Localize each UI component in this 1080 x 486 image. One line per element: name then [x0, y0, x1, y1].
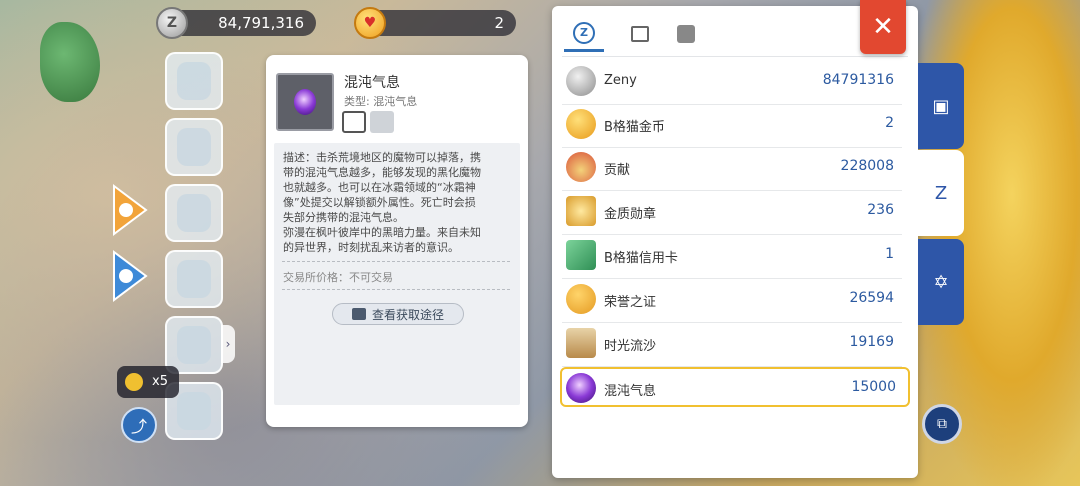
- item-detail-card: 混沌气息 类型: 混沌气息 描述：击杀荒境地区的魔物可以掉落，携 带的混沌气息越…: [266, 55, 528, 427]
- backpack-icon: ▣: [932, 95, 950, 117]
- list-item-selected[interactable]: 混沌气息 15000: [560, 367, 910, 407]
- view-source-label: 查看获取途径: [371, 307, 444, 322]
- zeny-bar: Z 84,791,316: [156, 7, 316, 39]
- zeny-value: 84,791,316: [218, 14, 304, 32]
- currency-value: 19169: [849, 334, 894, 350]
- expand-chevron-icon[interactable]: ›: [221, 325, 235, 363]
- desc-line: 弥漫在枫叶彼岸中的黑暗力量。来自未知: [283, 226, 481, 239]
- equip-slot-2[interactable]: [165, 118, 223, 176]
- currency-name: B格猫信用卡: [604, 251, 678, 266]
- item-thumbnail: [276, 73, 334, 131]
- list-item[interactable]: 荣誉之证 26594: [562, 280, 906, 323]
- inspect-icon[interactable]: [342, 111, 366, 133]
- row-divider: [562, 234, 902, 235]
- card-icon: [370, 111, 394, 133]
- list-item[interactable]: 贡献 228008: [562, 148, 906, 191]
- zeny-tab-icon: Z: [573, 21, 595, 44]
- currency-value: 15000: [851, 379, 896, 395]
- desc-line: 描述：击杀荒境地区的魔物可以掉落，携: [283, 151, 481, 164]
- list-item[interactable]: B格猫信用卡 1: [562, 236, 906, 279]
- layout-icon: ⧉: [937, 416, 947, 432]
- equip-slot-3[interactable]: [165, 184, 223, 242]
- desc-line: 也就越多。也可以在冰霜领域的“冰霜神: [283, 181, 476, 194]
- zeny-coin-icon: [566, 66, 596, 96]
- list-item[interactable]: 时光流沙 19169: [562, 324, 906, 367]
- tab-storage[interactable]: [620, 16, 660, 52]
- view-source-button[interactable]: 查看获取途径: [332, 303, 464, 325]
- desc-line: 带的混沌气息越多，能够发现的黑化魔物: [283, 166, 481, 179]
- tab-puzzle[interactable]: [666, 16, 706, 52]
- currency-name: 贡献: [604, 163, 631, 178]
- cat-coin-icon: ♥: [354, 7, 386, 39]
- close-button[interactable]: ✕: [860, 0, 906, 54]
- contribution-medal-icon: [566, 152, 596, 182]
- close-icon: ✕: [872, 12, 894, 42]
- desc-line: 的异世界，时刻扰乱来访者的意识。: [283, 241, 459, 254]
- item-type: 类型: 混沌气息: [344, 95, 418, 108]
- list-item[interactable]: Zeny 84791316: [562, 62, 906, 105]
- row-divider: [562, 190, 902, 191]
- share-button[interactable]: ⤴: [121, 407, 157, 443]
- credit-card-icon: [566, 240, 596, 270]
- character-arrow-icon[interactable]: [112, 248, 148, 304]
- coin-count-popup: x5: [117, 366, 179, 398]
- list-item[interactable]: B格猫金币 2: [562, 105, 906, 148]
- corner-action-button[interactable]: ⧉: [922, 404, 962, 444]
- gold-medal-icon: [566, 196, 596, 226]
- equip-slot-1[interactable]: [165, 52, 223, 110]
- hexagram-icon: ✡: [933, 271, 949, 293]
- currency-name: 金质勋章: [604, 207, 657, 222]
- divider: [282, 289, 510, 290]
- currency-name: 混沌气息: [604, 384, 657, 399]
- currency-value: 26594: [849, 290, 894, 306]
- coin-icon: [125, 373, 143, 391]
- currency-name: 荣誉之证: [604, 295, 657, 310]
- item-name: 混沌气息: [344, 75, 400, 91]
- item-description: 描述：击杀荒境地区的魔物可以掉落，携 带的混沌气息越多，能够发现的黑化魔物 也就…: [283, 150, 511, 255]
- row-divider: [562, 322, 902, 323]
- description-box: 描述：击杀荒境地区的魔物可以掉落，携 带的混沌气息越多，能够发现的黑化魔物 也就…: [274, 143, 520, 405]
- side-tab-backpack[interactable]: ▣: [918, 63, 964, 149]
- equip-slot-5[interactable]: [165, 316, 223, 374]
- hourglass-icon: [566, 328, 596, 358]
- coin-count: x5: [152, 374, 168, 389]
- source-icon: [351, 308, 366, 320]
- side-tab-hexagram[interactable]: ✡: [918, 239, 964, 325]
- currency-value: 1: [885, 246, 894, 262]
- puzzle-icon: [677, 25, 695, 43]
- currency-name: B格猫金币: [604, 120, 665, 135]
- tab-currency[interactable]: Z: [564, 16, 604, 52]
- box-icon: [631, 26, 649, 42]
- currency-value: 228008: [840, 158, 894, 174]
- tab-divider: [562, 56, 908, 57]
- cat-coin-icon: [566, 109, 596, 139]
- side-tab-currency[interactable]: Z: [918, 150, 964, 236]
- currency-value: 84791316: [822, 72, 894, 88]
- chaos-orb-icon: [566, 373, 596, 403]
- exchange-price: 交易所价格：不可交易: [283, 271, 393, 284]
- currency-panel: Z Zeny 84791316 B格猫金币 2 贡献 228008 金质勋章 2…: [552, 6, 918, 478]
- row-divider: [562, 278, 902, 279]
- money-bag-icon: Z: [934, 182, 948, 204]
- equip-slot-4[interactable]: [165, 250, 223, 308]
- divider: [282, 261, 510, 262]
- currency-value: 2: [885, 115, 894, 131]
- currency-value: 236: [867, 202, 894, 218]
- currency-name: 时光流沙: [604, 339, 657, 354]
- currency-name: Zeny: [604, 73, 637, 88]
- desc-line: 失部分携带的混沌气息。: [283, 211, 404, 224]
- cat-coin-value: 2: [494, 14, 504, 32]
- chaos-orb-icon: [294, 89, 316, 115]
- cat-coin-bar: ♥ 2: [354, 7, 516, 39]
- zeny-coin-icon: Z: [156, 7, 188, 39]
- desc-line: 像”处提交以解锁额外属性。死亡时会损: [283, 196, 476, 209]
- share-icon: ⤴: [130, 417, 147, 436]
- honor-coin-icon: [566, 284, 596, 314]
- equipment-arrow-icon[interactable]: [112, 182, 148, 238]
- list-item[interactable]: 金质勋章 236: [562, 192, 906, 235]
